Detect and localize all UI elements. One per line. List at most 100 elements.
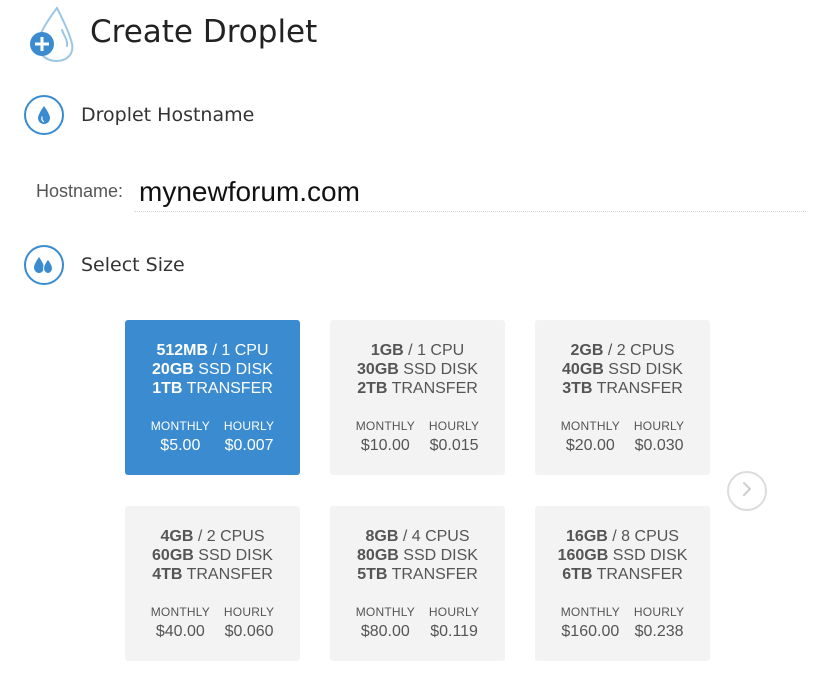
monthly-price: MONTHLY $40.00 — [151, 605, 210, 642]
memory-cpu-line: 2GB / 2 CPUS — [535, 341, 710, 360]
memory-value: 8GB — [365, 528, 399, 545]
memory-cpu-line: 512MB / 1 CPU — [125, 341, 300, 360]
price-row: MONTHLY $40.00 HOURLY $0.060 — [125, 605, 300, 642]
hourly-price: HOURLY $0.060 — [224, 605, 274, 642]
droplet-plus-icon — [24, 6, 74, 62]
size-option-card[interactable]: 1GB / 1 CPU 30GB SSD DISK 2TB TRANSFER MONT… — [330, 320, 505, 475]
next-sizes-button[interactable] — [727, 471, 767, 511]
disk-line: 20GB SSD DISK — [125, 360, 300, 379]
disk-suffix: SSD DISK — [403, 361, 478, 378]
size-option-card[interactable]: 16GB / 8 CPUS 160GB SSD DISK 6TB TRANSFER M… — [535, 506, 710, 661]
memory-cpu-line: 16GB / 8 CPUS — [535, 527, 710, 546]
hourly-value: $0.015 — [429, 437, 479, 454]
monthly-value: $5.00 — [160, 437, 201, 454]
memory-value: 1GB — [370, 342, 404, 359]
size-option-card[interactable]: 4GB / 2 CPUS 60GB SSD DISK 4TB TRANSFER MON… — [125, 506, 300, 661]
hostname-section-title: Droplet Hostname — [81, 104, 255, 126]
transfer-value: 3TB — [562, 380, 593, 397]
disk-line: 160GB SSD DISK — [535, 546, 710, 565]
hostname-label: Hostname: — [36, 181, 124, 201]
monthly-price: MONTHLY $20.00 — [561, 419, 620, 456]
disk-suffix: SSD DISK — [608, 361, 683, 378]
hourly-value: $0.238 — [634, 623, 684, 640]
cpu-value: / 1 CPU — [212, 342, 269, 359]
hourly-label: HOURLY — [633, 419, 685, 433]
two-droplets-icon — [24, 245, 64, 285]
transfer-value: 2TB — [357, 380, 388, 397]
size-section-title: Select Size — [81, 254, 185, 276]
hourly-label: HOURLY — [223, 605, 275, 619]
monthly-value: $10.00 — [360, 437, 410, 454]
price-row: MONTHLY $10.00 HOURLY $0.015 — [330, 419, 505, 456]
page-title: Create Droplet — [90, 14, 318, 50]
hourly-price: HOURLY $0.015 — [429, 419, 479, 456]
hourly-value: $0.119 — [430, 623, 478, 640]
hourly-label: HOURLY — [428, 419, 480, 433]
transfer-line: 4TB TRANSFER — [125, 565, 300, 584]
disk-line: 60GB SSD DISK — [125, 546, 300, 565]
droplet-icon — [24, 95, 64, 135]
monthly-price: MONTHLY $5.00 — [151, 419, 210, 456]
monthly-label: MONTHLY — [150, 605, 210, 619]
price-row: MONTHLY $5.00 HOURLY $0.007 — [125, 419, 300, 456]
disk-value: 160GB — [557, 547, 609, 564]
disk-suffix: SSD DISK — [403, 547, 478, 564]
monthly-value: $20.00 — [565, 437, 615, 454]
size-specs: 512MB / 1 CPU 20GB SSD DISK 1TB TRANSFER — [125, 320, 300, 398]
size-specs: 16GB / 8 CPUS 160GB SSD DISK 6TB TRANSFER — [535, 506, 710, 584]
price-row: MONTHLY $80.00 HOURLY $0.119 — [330, 605, 505, 642]
monthly-label: MONTHLY — [355, 419, 415, 433]
transfer-suffix: TRANSFER — [186, 566, 273, 583]
transfer-suffix: TRANSFER — [391, 566, 478, 583]
memory-cpu-line: 4GB / 2 CPUS — [125, 527, 300, 546]
disk-suffix: SSD DISK — [198, 547, 273, 564]
transfer-suffix: TRANSFER — [596, 380, 683, 397]
hourly-price: HOURLY $0.119 — [429, 605, 479, 642]
price-row: MONTHLY $20.00 HOURLY $0.030 — [535, 419, 710, 456]
hourly-price: HOURLY $0.030 — [634, 419, 684, 456]
disk-value: 30GB — [357, 361, 399, 378]
hourly-label: HOURLY — [223, 419, 275, 433]
monthly-label: MONTHLY — [150, 419, 210, 433]
cpu-value: / 8 CPUS — [612, 528, 679, 545]
monthly-price: MONTHLY $80.00 — [356, 605, 415, 642]
monthly-label: MONTHLY — [560, 419, 620, 433]
monthly-price: MONTHLY $160.00 — [561, 605, 620, 642]
memory-value: 4GB — [160, 528, 194, 545]
size-option-card[interactable]: 8GB / 4 CPUS 80GB SSD DISK 5TB TRANSFER MON… — [330, 506, 505, 661]
transfer-value: 4TB — [152, 566, 183, 583]
chevron-right-icon — [741, 481, 753, 502]
hourly-price: HOURLY $0.007 — [224, 419, 274, 456]
transfer-value: 6TB — [562, 566, 593, 583]
hostname-input[interactable] — [134, 172, 806, 212]
size-section-header: Select Size — [24, 245, 185, 285]
size-option-card[interactable]: 512MB / 1 CPU 20GB SSD DISK 1TB TRANSFER MO… — [125, 320, 300, 475]
size-specs: 2GB / 2 CPUS 40GB SSD DISK 3TB TRANSFER — [535, 320, 710, 398]
size-specs: 4GB / 2 CPUS 60GB SSD DISK 4TB TRANSFER — [125, 506, 300, 584]
memory-cpu-line: 8GB / 4 CPUS — [330, 527, 505, 546]
disk-value: 40GB — [562, 361, 604, 378]
transfer-line: 3TB TRANSFER — [535, 379, 710, 398]
size-specs: 8GB / 4 CPUS 80GB SSD DISK 5TB TRANSFER — [330, 506, 505, 584]
transfer-line: 6TB TRANSFER — [535, 565, 710, 584]
size-option-card[interactable]: 2GB / 2 CPUS 40GB SSD DISK 3TB TRANSFER MON… — [535, 320, 710, 475]
size-specs: 1GB / 1 CPU 30GB SSD DISK 2TB TRANSFER — [330, 320, 505, 398]
transfer-line: 5TB TRANSFER — [330, 565, 505, 584]
monthly-value: $40.00 — [155, 623, 205, 640]
transfer-line: 2TB TRANSFER — [330, 379, 505, 398]
disk-line: 40GB SSD DISK — [535, 360, 710, 379]
hostname-section-header: Droplet Hostname — [24, 95, 254, 135]
page-header — [24, 6, 74, 62]
disk-value: 20GB — [152, 361, 194, 378]
memory-value: 512MB — [156, 342, 209, 359]
cpu-value: / 4 CPUS — [402, 528, 470, 545]
monthly-label: MONTHLY — [560, 605, 620, 619]
transfer-line: 1TB TRANSFER — [125, 379, 300, 398]
hourly-label: HOURLY — [428, 605, 480, 619]
monthly-label: MONTHLY — [355, 605, 415, 619]
memory-value: 16GB — [566, 528, 608, 545]
monthly-value: $80.00 — [360, 623, 410, 640]
disk-suffix: SSD DISK — [612, 547, 688, 564]
memory-cpu-line: 1GB / 1 CPU — [330, 341, 505, 360]
disk-value: 80GB — [357, 547, 399, 564]
